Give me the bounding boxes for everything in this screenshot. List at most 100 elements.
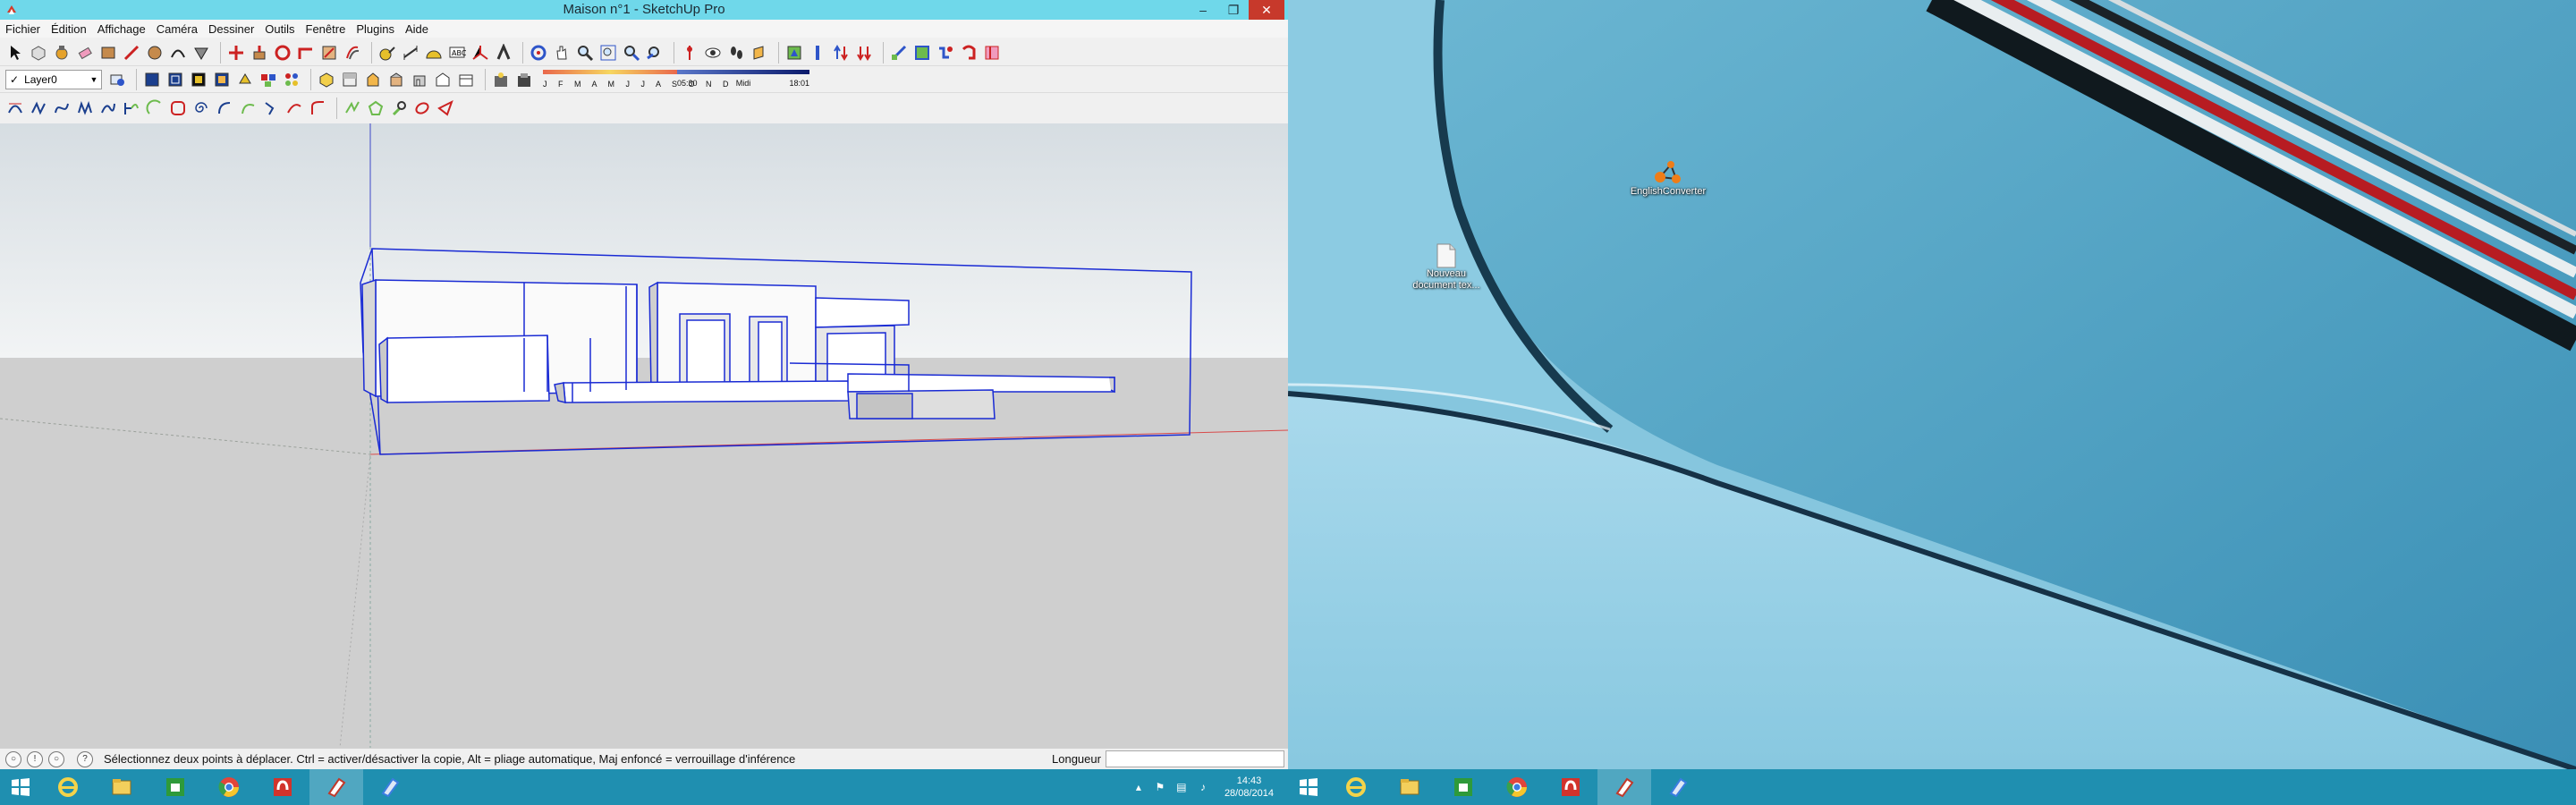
scale-tool-icon[interactable] — [319, 43, 339, 63]
spline-curve-icon[interactable] — [29, 98, 48, 118]
xray-style-icon[interactable] — [142, 70, 162, 89]
follow-me-icon[interactable] — [296, 43, 316, 63]
taskbar-ie-secondary[interactable] — [1329, 769, 1383, 805]
previous-view-icon[interactable] — [645, 43, 665, 63]
sandbox-from-contours-icon[interactable] — [889, 43, 909, 63]
measurements-input[interactable] — [1106, 750, 1284, 767]
time-slider[interactable] — [677, 69, 809, 74]
taskbar-store[interactable] — [148, 769, 202, 805]
wireframe-style-icon[interactable] — [165, 70, 185, 89]
taskbar-sketchup-secondary[interactable] — [1597, 769, 1651, 805]
wrench-tool-icon[interactable] — [389, 98, 409, 118]
select-tool-icon[interactable] — [5, 43, 25, 63]
spiral-icon[interactable] — [191, 98, 211, 118]
taskbar-music-secondary[interactable] — [1544, 769, 1597, 805]
circle-tool-icon[interactable] — [145, 43, 165, 63]
menu-edition[interactable]: Édition — [51, 22, 87, 36]
line-tool-icon[interactable] — [122, 43, 141, 63]
left-view-icon[interactable] — [433, 70, 453, 89]
taskbar-layout[interactable] — [363, 769, 417, 805]
add-location-icon[interactable] — [784, 43, 804, 63]
volume-icon[interactable]: ♪ — [1196, 780, 1210, 794]
move-tool-icon[interactable] — [226, 43, 246, 63]
protractor-icon[interactable] — [424, 43, 444, 63]
top-view-icon[interactable] — [340, 70, 360, 89]
taskbar-explorer[interactable] — [95, 769, 148, 805]
shadow-time-panel[interactable]: J F M A M J J A S O N D 05:30 Midi 18:01 — [543, 68, 811, 91]
stamp-tool-icon[interactable] — [959, 43, 979, 63]
smoove-tool-icon[interactable] — [936, 43, 955, 63]
axes-tool-icon[interactable] — [470, 43, 490, 63]
desktop[interactable]: EnglishConverter Nouveau document tex... — [1288, 0, 2576, 769]
menu-plugins[interactable]: Plugins — [356, 22, 394, 36]
start-button-secondary[interactable] — [1288, 769, 1329, 805]
restore-button[interactable]: ❐ — [1218, 0, 1249, 20]
shaded-style-icon[interactable] — [212, 70, 232, 89]
bottom-view-icon[interactable] — [456, 70, 476, 89]
menu-aide[interactable]: Aide — [405, 22, 428, 36]
month-slider[interactable] — [543, 69, 677, 74]
shadow-settings-icon[interactable] — [514, 70, 534, 89]
zoom-window-icon[interactable] — [598, 43, 618, 63]
back-view-icon[interactable] — [410, 70, 429, 89]
polyline-curve-icon[interactable] — [75, 98, 95, 118]
title-bar[interactable]: Maison n°1 - SketchUp Pro – ❐ ✕ — [0, 0, 1288, 20]
chevron-down-icon[interactable]: ▼ — [89, 74, 99, 85]
offset-tool-icon[interactable] — [343, 43, 362, 63]
triangle-curve-icon[interactable] — [436, 98, 455, 118]
menu-camera[interactable]: Caméra — [157, 22, 198, 36]
look-around-icon[interactable] — [703, 43, 723, 63]
ellipse-curve-icon[interactable] — [412, 98, 432, 118]
arc-tool-icon[interactable] — [168, 43, 188, 63]
bezier-curve-icon[interactable] — [5, 98, 25, 118]
menu-fichier[interactable]: Fichier — [5, 22, 40, 36]
taskbar-chrome-secondary[interactable] — [1490, 769, 1544, 805]
text-tool-icon[interactable]: ABC — [447, 43, 467, 63]
iso-view-icon[interactable] — [317, 70, 336, 89]
drape-tool-icon[interactable] — [982, 43, 1002, 63]
menu-fenetre[interactable]: Fenêtre — [306, 22, 346, 36]
polygon-tool-icon[interactable] — [191, 43, 211, 63]
join-curve-icon[interactable] — [284, 98, 304, 118]
action-center-icon[interactable]: ⚑ — [1153, 780, 1167, 794]
right-view-icon[interactable] — [386, 70, 406, 89]
pan-tool-icon[interactable] — [552, 43, 572, 63]
eraser-icon[interactable] — [75, 43, 95, 63]
hidden-line-style-icon[interactable] — [189, 70, 208, 89]
front-view-icon[interactable] — [363, 70, 383, 89]
divide-curve-icon[interactable] — [261, 98, 281, 118]
model-viewport[interactable] — [0, 123, 1288, 748]
orbit-tool-icon[interactable] — [529, 43, 548, 63]
user-account-icon[interactable]: ○ — [48, 750, 64, 767]
taskbar-chrome[interactable] — [202, 769, 256, 805]
menu-outils[interactable]: Outils — [265, 22, 294, 36]
polyline-editor-icon[interactable] — [343, 98, 362, 118]
menu-dessiner[interactable]: Dessiner — [208, 22, 254, 36]
make-component-icon[interactable] — [29, 43, 48, 63]
circle-3pt-icon[interactable] — [238, 98, 258, 118]
layer-manager-icon[interactable] — [107, 70, 127, 89]
arc-curve-icon[interactable] — [145, 98, 165, 118]
credits-icon[interactable]: ! — [27, 750, 43, 767]
taskbar-explorer-secondary[interactable] — [1383, 769, 1436, 805]
taskbar-store-secondary[interactable] — [1436, 769, 1490, 805]
catmull-spline-icon[interactable] — [98, 98, 118, 118]
network-icon[interactable]: ▤ — [1174, 780, 1189, 794]
menu-affichage[interactable]: Affichage — [97, 22, 146, 36]
ellipse-arc-icon[interactable] — [215, 98, 234, 118]
components-icon[interactable] — [282, 70, 301, 89]
push-pull-icon[interactable] — [250, 43, 269, 63]
tray-expand-icon[interactable]: ▴ — [1131, 780, 1146, 794]
tape-measure-icon[interactable] — [377, 43, 397, 63]
rotate-tool-icon[interactable] — [273, 43, 292, 63]
geolocation-icon[interactable]: ○ — [5, 750, 21, 767]
taskbar-layout-secondary[interactable] — [1651, 769, 1705, 805]
polygon-curve-icon[interactable] — [366, 98, 386, 118]
taskbar-music[interactable] — [256, 769, 309, 805]
start-button[interactable] — [0, 769, 41, 805]
fspline-icon[interactable] — [122, 98, 141, 118]
shadows-toggle-icon[interactable] — [491, 70, 511, 89]
desktop-icon-converter[interactable]: EnglishConverter — [1628, 159, 1708, 198]
3d-text-icon[interactable] — [494, 43, 513, 63]
section-plane-icon[interactable] — [750, 43, 769, 63]
